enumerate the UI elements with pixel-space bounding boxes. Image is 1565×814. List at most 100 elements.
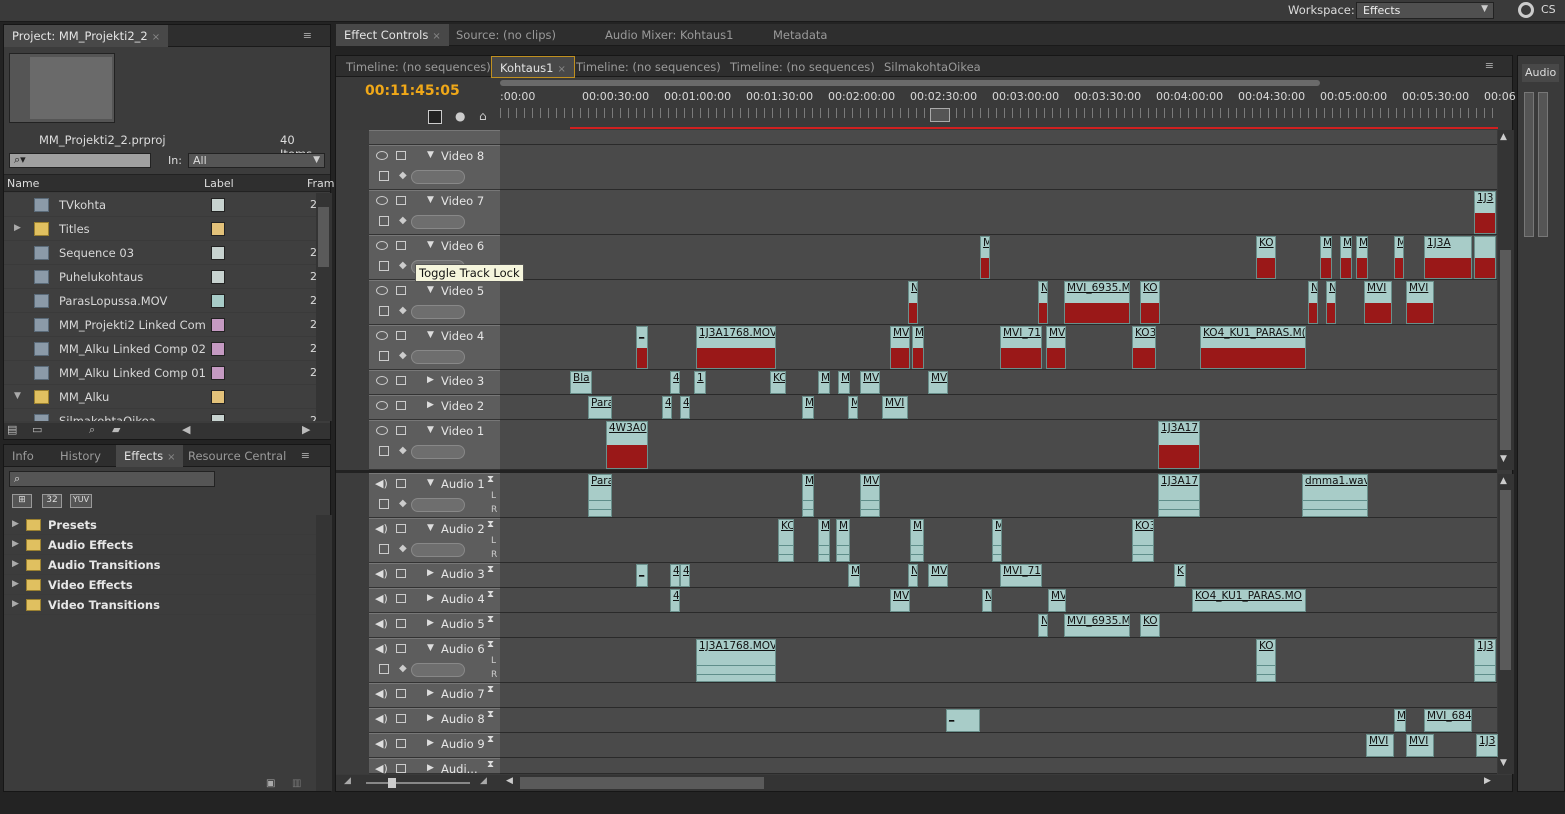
timeline-clip[interactable]: Para xyxy=(588,396,612,419)
speaker-icon[interactable]: ◀) xyxy=(375,522,388,535)
timeline-clip[interactable]: 1J3A1768.MOV xyxy=(696,326,776,369)
expand-triangle-icon[interactable]: ▶ xyxy=(427,375,434,385)
eye-icon[interactable] xyxy=(376,241,388,250)
timeline-clip[interactable]: _ xyxy=(636,564,648,587)
timeline-clip[interactable]: MV xyxy=(890,326,910,369)
timeline-clip[interactable]: M xyxy=(912,326,924,369)
video-audio-divider[interactable] xyxy=(336,470,1497,473)
keyframe-view-icon[interactable] xyxy=(379,171,389,181)
keyframe-diamond-icon[interactable]: ◆ xyxy=(399,260,407,271)
timeline-clip[interactable]: M xyxy=(818,519,830,562)
keyframe-navigator[interactable] xyxy=(411,543,465,557)
timeline-clip[interactable]: 4 xyxy=(670,589,680,612)
timeline-clip[interactable]: KC xyxy=(770,371,786,394)
timeline-clip[interactable]: N xyxy=(908,564,918,587)
list-item[interactable]: MM_Alku Linked Comp 01 2 xyxy=(4,361,316,385)
expand-triangle-icon[interactable]: ▼ xyxy=(427,478,434,488)
scroll-right-icon[interactable]: ▶ xyxy=(302,423,310,436)
zoom-slider[interactable] xyxy=(366,782,470,784)
audio-vertical-scrollbar[interactable]: ▲ ▼ xyxy=(1498,474,1514,774)
timeline-clip[interactable]: Bla xyxy=(570,371,592,394)
tab-history[interactable]: History xyxy=(52,445,109,467)
timeline-clip[interactable]: MVI_684 xyxy=(1394,236,1404,279)
eye-icon[interactable] xyxy=(376,286,388,295)
sync-lock-icon[interactable] xyxy=(396,196,406,205)
tab-kohtaus1[interactable]: Kohtaus1 × xyxy=(491,56,575,78)
track-target-icon[interactable]: ⧗ xyxy=(487,639,494,650)
label-swatch[interactable] xyxy=(211,390,225,404)
expand-triangle-icon[interactable]: ▶ xyxy=(427,738,434,748)
32bit-effects-badge[interactable]: 32 xyxy=(42,494,62,508)
sync-lock-icon[interactable] xyxy=(396,764,406,773)
timeline-clip[interactable]: 1J3A17 xyxy=(1158,474,1200,517)
keyframe-navigator[interactable] xyxy=(411,663,465,677)
timeline-clip[interactable]: KO xyxy=(1256,639,1276,682)
keyframe-navigator[interactable] xyxy=(411,215,465,229)
timeline-clip[interactable]: KO4_KU1_PARAS.MO xyxy=(1192,589,1306,612)
timeline-clip[interactable]: N xyxy=(1038,281,1048,324)
eye-icon[interactable] xyxy=(376,331,388,340)
yuv-effects-badge[interactable]: YUV xyxy=(70,494,92,508)
marker-icon[interactable]: ● xyxy=(455,109,465,123)
track-target-icon[interactable]: ⧗ xyxy=(487,589,494,600)
accelerated-effects-icon[interactable]: ⊞ xyxy=(12,494,32,508)
keyframe-diamond-icon[interactable]: ◆ xyxy=(399,498,407,509)
timeline-clip[interactable]: MVI xyxy=(1364,281,1392,324)
column-label[interactable]: Label xyxy=(204,177,234,190)
label-swatch[interactable] xyxy=(211,270,225,284)
sync-lock-icon[interactable] xyxy=(396,594,406,603)
timeline-clip[interactable]: M xyxy=(818,371,830,394)
project-scrollbar[interactable] xyxy=(316,193,332,421)
effects-folder[interactable]: ▶ Video Effects xyxy=(4,575,320,595)
timeline-clip[interactable]: MV xyxy=(890,589,910,612)
track-target-icon[interactable]: ⧗ xyxy=(487,684,494,695)
sync-lock-icon[interactable] xyxy=(396,331,406,340)
sync-lock-icon[interactable] xyxy=(396,401,406,410)
snap-icon[interactable] xyxy=(428,110,442,124)
icon-view-icon[interactable]: ▭ xyxy=(32,423,42,436)
timeline-clip[interactable]: N xyxy=(908,281,918,324)
tab-effect-controls[interactable]: Effect Controls × xyxy=(336,24,449,46)
eye-icon[interactable] xyxy=(376,376,388,385)
timeline-clip[interactable]: M xyxy=(910,519,924,562)
expand-triangle-icon[interactable]: ▶ xyxy=(427,618,434,628)
timeline-clip[interactable]: 1 xyxy=(694,371,706,394)
timeline-clip[interactable]: KO4_KU1_PARAS.M( xyxy=(1200,326,1306,369)
keyframe-view-icon[interactable] xyxy=(379,664,389,674)
keyframe-diamond-icon[interactable]: ◆ xyxy=(399,543,407,554)
timeline-clip[interactable]: 1J3A1768.MOV xyxy=(696,639,776,682)
effects-folder[interactable]: ▶ Video Transitions xyxy=(4,595,320,615)
list-item[interactable]: Sequence 03 2 xyxy=(4,241,316,265)
keyframe-diamond-icon[interactable]: ◆ xyxy=(399,663,407,674)
timeline-clip[interactable]: MVI xyxy=(882,396,908,419)
expand-triangle-icon[interactable]: ▼ xyxy=(427,285,434,295)
keyframe-view-icon[interactable] xyxy=(379,306,389,316)
timeline-clip[interactable]: M xyxy=(1356,236,1368,279)
timeline-clip[interactable]: N xyxy=(1308,281,1318,324)
timeline-clip[interactable]: N xyxy=(982,589,992,612)
timecode-display[interactable]: 00:11:45:05 xyxy=(365,83,460,99)
effects-folder[interactable]: ▶ Audio Transitions xyxy=(4,555,320,575)
timeline-clip[interactable]: M xyxy=(1340,236,1352,279)
timeline-clip[interactable]: 1J3A17 xyxy=(1158,421,1200,469)
sync-lock-icon[interactable] xyxy=(396,426,406,435)
speaker-icon[interactable]: ◀) xyxy=(375,477,388,490)
timeline-clip[interactable]: KC xyxy=(778,519,794,562)
timeline-clip[interactable]: MV xyxy=(1046,326,1066,369)
add-marker-icon[interactable]: ⌂ xyxy=(479,109,487,123)
tab-audio-mixer[interactable]: Audio Mixer: Kohtaus1 xyxy=(597,24,742,46)
timeline-clip[interactable]: MV xyxy=(860,474,880,517)
list-item[interactable]: SilmakohtaOikea 2 xyxy=(4,409,316,421)
timeline-clip[interactable]: MV xyxy=(1048,589,1066,612)
sync-lock-icon[interactable] xyxy=(396,714,406,723)
workspace-dropdown[interactable]: Effects ▼ xyxy=(1356,2,1494,19)
label-swatch[interactable] xyxy=(211,222,225,236)
track-target-icon[interactable]: ⧗ xyxy=(487,474,494,485)
eye-icon[interactable] xyxy=(376,196,388,205)
tab-silmakohta[interactable]: SilmakohtaOikea xyxy=(876,56,989,78)
zoom-scroll-bar[interactable] xyxy=(500,80,1320,86)
keyframe-diamond-icon[interactable]: ◆ xyxy=(399,305,407,316)
timeline-clip[interactable]: MVI_71 xyxy=(1000,326,1042,369)
timeline-clip[interactable]: KO xyxy=(1256,236,1276,279)
horizontal-scroll-thumb[interactable] xyxy=(520,777,764,789)
